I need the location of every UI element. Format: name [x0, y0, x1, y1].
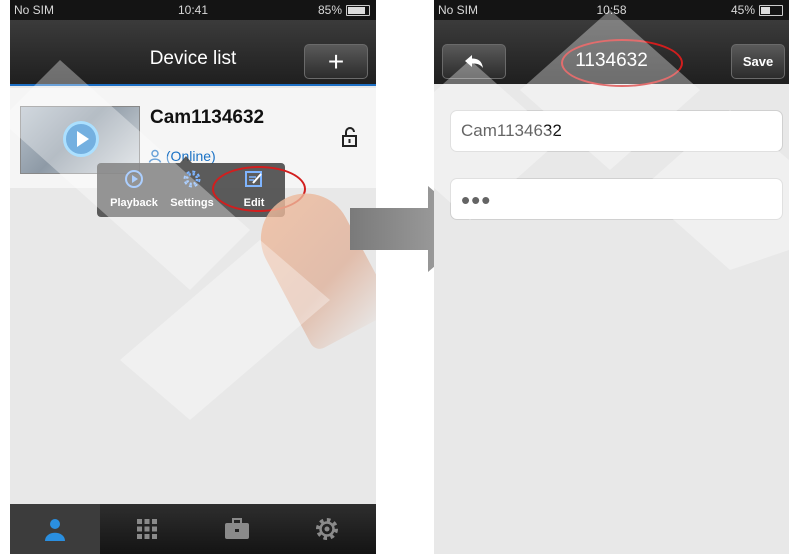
playback-label: Playback	[110, 197, 158, 209]
save-button[interactable]: Save	[731, 44, 785, 79]
grid-icon	[137, 519, 157, 539]
device-name: Cam1134632	[150, 107, 265, 128]
tab-multiview[interactable]	[102, 504, 192, 554]
edit-device-screen: No SIM 10:58 45% 1134632 Save Cam1134632…	[434, 0, 789, 554]
battery-percent: 85%	[317, 3, 342, 17]
person-icon	[148, 149, 162, 163]
battery-icon	[346, 4, 370, 16]
briefcase-icon	[225, 518, 249, 539]
unlock-icon[interactable]	[340, 126, 362, 148]
device-list-screen: No SIM 10:41 85% Device list + Cam113463…	[10, 0, 376, 554]
password-field[interactable]: •••	[450, 178, 783, 220]
add-device-button[interactable]: +	[304, 44, 368, 79]
status-bar: No SIM 10:58 45%	[434, 0, 789, 20]
device-name-field[interactable]: Cam1134632	[450, 110, 783, 152]
settings-label: Settings	[170, 197, 214, 209]
tab-bar	[10, 504, 376, 554]
playback-icon	[125, 170, 143, 188]
battery-percent: 45%	[730, 3, 755, 17]
gear-icon	[183, 170, 201, 188]
play-icon[interactable]	[63, 121, 99, 157]
playback-button[interactable]: Playback	[103, 167, 165, 215]
tab-files[interactable]	[192, 504, 282, 554]
navigation-bar: Device list +	[10, 20, 376, 86]
status-bar: No SIM 10:41 85%	[10, 0, 376, 20]
battery-icon	[759, 4, 783, 16]
plus-icon: +	[327, 45, 345, 77]
title-highlight-ellipse	[561, 39, 683, 87]
tab-devices[interactable]	[10, 504, 100, 554]
gear-icon	[316, 518, 338, 540]
person-icon	[45, 519, 65, 541]
tab-settings[interactable]	[282, 504, 372, 554]
popup-pointer	[180, 156, 192, 163]
